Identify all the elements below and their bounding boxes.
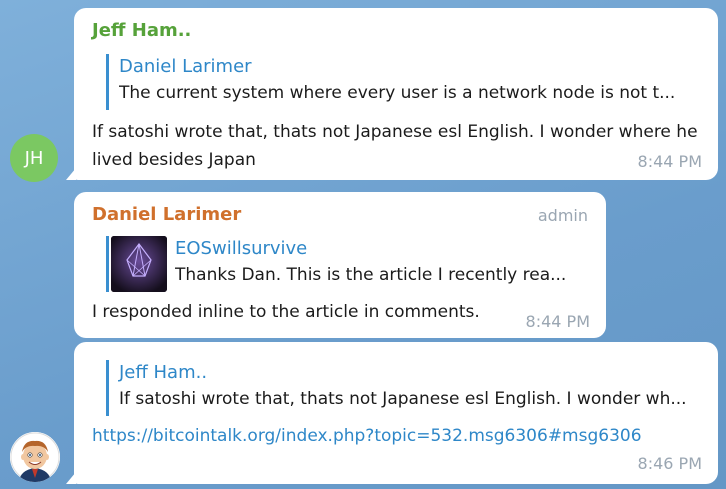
- avatar[interactable]: JH: [10, 134, 58, 182]
- reply-text: The current system where every user is a…: [119, 83, 676, 103]
- message-text: If satoshi wrote that, thats not Japanes…: [92, 122, 698, 170]
- message-time: 8:46 PM: [637, 454, 702, 473]
- bubble-tail: [66, 168, 76, 180]
- reply-sender-name: Daniel Larimer: [119, 56, 252, 77]
- admin-badge: admin: [537, 206, 588, 225]
- reply-quote[interactable]: Jeff Ham.. If satoshi wrote that, thats …: [106, 360, 704, 416]
- message-link[interactable]: https://bitcointalk.org/index.php?topic=…: [92, 422, 642, 450]
- message-time: 8:44 PM: [637, 152, 702, 171]
- message-bubble-1[interactable]: Jeff Ham.. Daniel Larimer The current sy…: [66, 8, 718, 180]
- eos-logo-icon: [111, 236, 167, 292]
- reply-sender-name: Jeff Ham..: [119, 362, 208, 383]
- reply-quote[interactable]: Daniel Larimer The current system where …: [106, 54, 696, 110]
- reply-quote[interactable]: EOSwillsurvive Thanks Dan. This is the a…: [106, 236, 588, 292]
- avatar-initials: JH: [24, 147, 44, 169]
- sender-name[interactable]: Daniel Larimer: [92, 204, 241, 225]
- message-bubble-3[interactable]: Jeff Ham.. If satoshi wrote that, thats …: [66, 342, 718, 484]
- cartoon-face-avatar-icon[interactable]: [10, 432, 60, 482]
- reply-text: If satoshi wrote that, thats not Japanes…: [119, 389, 687, 409]
- message-text: I responded inline to the article in com…: [92, 302, 480, 322]
- message-bubble-2[interactable]: Daniel Larimer admin EOSwillsurvive Than…: [74, 192, 606, 338]
- message-time: 8:44 PM: [525, 312, 590, 331]
- reply-sender-name: EOSwillsurvive: [175, 238, 308, 259]
- sender-name[interactable]: Jeff Ham..: [92, 20, 191, 41]
- bubble-tail: [66, 472, 76, 484]
- reply-text: Thanks Dan. This is the article I recent…: [175, 265, 567, 285]
